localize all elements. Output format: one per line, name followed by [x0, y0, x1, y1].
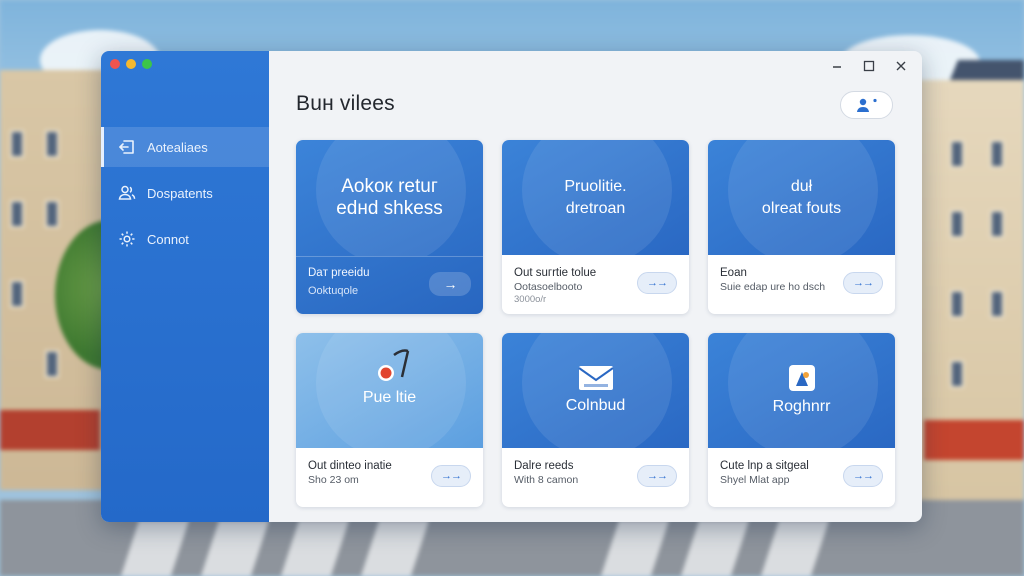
card-art: Roghnrr [708, 333, 895, 448]
card-art-title: Colnbud [565, 396, 626, 414]
card-art-title: duł [790, 177, 813, 195]
card-open-button[interactable]: →→ [843, 465, 883, 487]
card-footer: Eoan Suie edap ure ho dsch →→ [708, 255, 895, 314]
card-featured[interactable]: Aokoк retuг edнd shkess Daт preeidu Ookt… [296, 140, 483, 314]
card-open-button[interactable]: →→ [637, 465, 677, 487]
maximize-button[interactable] [856, 57, 882, 75]
window-traffic-lights [110, 59, 152, 69]
people-icon [118, 185, 136, 200]
sidebar-item-label: Dospatents [147, 185, 213, 201]
card-open-button[interactable]: →→ [637, 272, 677, 294]
sidebar-nav: Aotealiaes Dospatents Connot [101, 127, 269, 265]
sidebar-item-aotealiaes[interactable]: Aotealiaes [101, 127, 269, 167]
card-art-title: Roghnrr [772, 397, 831, 415]
card-open-button[interactable]: →→ [431, 465, 471, 487]
card[interactable]: Pruolitie. dretroan Out suгrtie tolue Oo… [502, 140, 689, 314]
card-meta: 3000o/r [514, 294, 547, 305]
card-art-title: Pruolitie. [564, 177, 627, 195]
card-art: duł olreat fouts [708, 140, 895, 255]
minimize-window-button[interactable] [126, 59, 136, 69]
minimize-icon [833, 66, 841, 68]
sidebar-item-dospatents[interactable]: Dospatents [101, 173, 269, 213]
card-footer: Dalre reeds With 8 camon →→ [502, 448, 689, 507]
card-footer: Out suгrtie tolue Ootasoelbooto 3000o/r … [502, 255, 689, 314]
card[interactable]: Pue ltie Out dinteo inatie Sho 23 om →→ [296, 333, 483, 507]
card-open-button[interactable]: →→ [843, 272, 883, 294]
close-window-button[interactable] [110, 59, 120, 69]
app-icon [788, 364, 815, 391]
card-art: Colnbud [502, 333, 689, 448]
add-user-icon [856, 98, 877, 112]
window-controls [824, 57, 914, 75]
card-art: Aokoк retuг edнd shkess [296, 140, 483, 256]
sidebar-item-label: Aotealiaes [147, 139, 208, 155]
card-art-title: Aokoк retuг [341, 176, 438, 197]
card-art-subtitle: dretroan [565, 199, 626, 217]
card-open-button[interactable]: → [429, 272, 471, 296]
card-footer: Out dinteo inatie Sho 23 om →→ [296, 448, 483, 507]
card-art-subtitle: olreat fouts [761, 199, 842, 217]
card-footer: Daт preeidu Ooktuqole → [296, 255, 483, 314]
add-user-button[interactable] [840, 91, 893, 119]
minimize-button[interactable] [824, 57, 850, 75]
zoom-window-button[interactable] [142, 59, 152, 69]
card[interactable]: Roghnrr Cute lnp a sitgeal Shyel Мlat ap… [708, 333, 895, 507]
card-art: Pue ltie [296, 333, 483, 448]
card-footer: Cute lnp a sitgeal Shyel Мlat app →→ [708, 448, 895, 507]
sidebar-item-label: Connot [147, 231, 189, 247]
page-title: Buн vilees [296, 92, 395, 115]
card-art-title: Pue ltie [362, 388, 417, 406]
app-window: Aotealiaes Dospatents Connot Buн vilees … [101, 51, 922, 522]
card-art-subtitle: edнd shkess [336, 198, 443, 219]
back-arrow-icon [119, 140, 134, 154]
mail-icon [577, 365, 614, 390]
maximize-icon [863, 60, 875, 72]
sidebar-item-connot[interactable]: Connot [101, 219, 269, 259]
gear-icon [119, 231, 135, 247]
sidebar: Aotealiaes Dospatents Connot [101, 51, 269, 522]
main-content: Buн vilees Aokoк retuг edнd shkess Daт p… [269, 51, 922, 522]
card-art: Pruolitie. dretroan [502, 140, 689, 255]
close-icon [896, 61, 906, 71]
close-button[interactable] [888, 57, 914, 75]
card[interactable]: Colnbud Dalre reeds With 8 camon →→ [502, 333, 689, 507]
card[interactable]: duł olreat fouts Eoan Suie edap ure ho d… [708, 140, 895, 314]
